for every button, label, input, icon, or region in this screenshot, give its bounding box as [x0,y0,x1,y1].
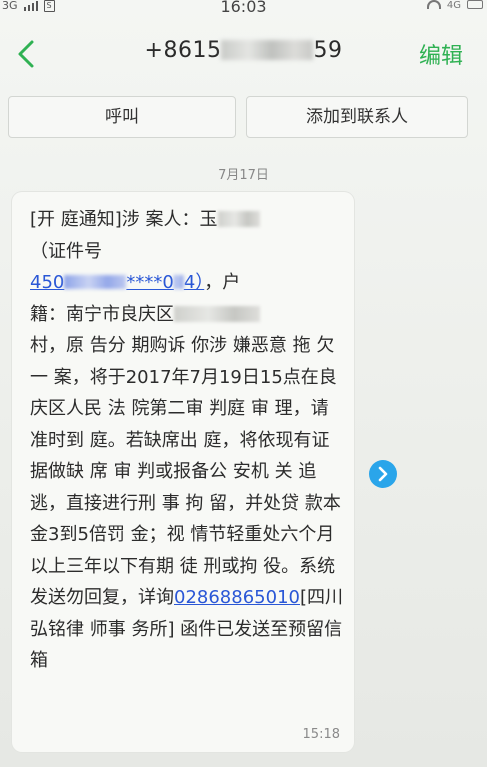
message-line3: ，户 [204,272,241,293]
action-bar: 呼叫 添加到联系人 [8,96,468,138]
number-prefix: +8615 [144,38,222,63]
message-bubble[interactable]: [开 庭通知]涉 案人：玉 （证件号 450 ****0 4），户 籍：南宁市良庆区… [12,192,354,752]
message-line1: [开 庭通知]涉 案人：玉 [30,209,218,230]
status-bar: 3G S 16:03 4G [0,0,487,18]
add-contact-button[interactable]: 添加到联系人 [246,96,468,138]
message-line4: 籍：南宁市良庆区 [30,303,174,325]
network-label: 4G [446,0,461,11]
id-prefix: 450 [30,272,65,293]
wifi-icon [426,0,441,9]
call-button[interactable]: 呼叫 [8,96,236,138]
id-end: 4） [183,272,205,293]
sms-screen: 3G S 16:03 4G +8615 59 编辑 呼叫 添加到联系人 7月17日… [0,0,487,767]
status-time: 16:03 [220,0,267,16]
redacted-id-digit [173,275,184,289]
message-time: 15:18 [302,727,340,742]
date-separator: 7月17日 [218,168,269,183]
redacted-id [64,275,127,289]
status-right: 4G [426,0,483,11]
redacted-address [174,305,260,322]
contact-number: +8615 59 [0,38,487,63]
chevron-right-icon [378,466,388,482]
redacted-digits [221,40,314,60]
message-body: 村，原 告分 期购诉 你涉 嫌恶意 拖 欠一 案，将于2017年7月19日15点… [30,335,341,608]
conversation-header: +8615 59 编辑 [0,24,487,84]
edit-button[interactable]: 编辑 [419,38,463,70]
phone-link[interactable]: 02868865010 [174,587,300,608]
id-number-link[interactable]: 450 ****0 4） [30,272,204,293]
message-text: [开 庭通知]涉 案人：玉 （证件号 450 ****0 4），户 籍：南宁市良庆区… [30,204,346,677]
battery-icon [467,0,483,9]
number-suffix: 59 [313,38,343,63]
id-mid: ****0 [126,272,174,293]
redacted-name [217,211,260,227]
message-line2: （证件号 [30,240,102,262]
forward-button[interactable] [369,460,397,488]
